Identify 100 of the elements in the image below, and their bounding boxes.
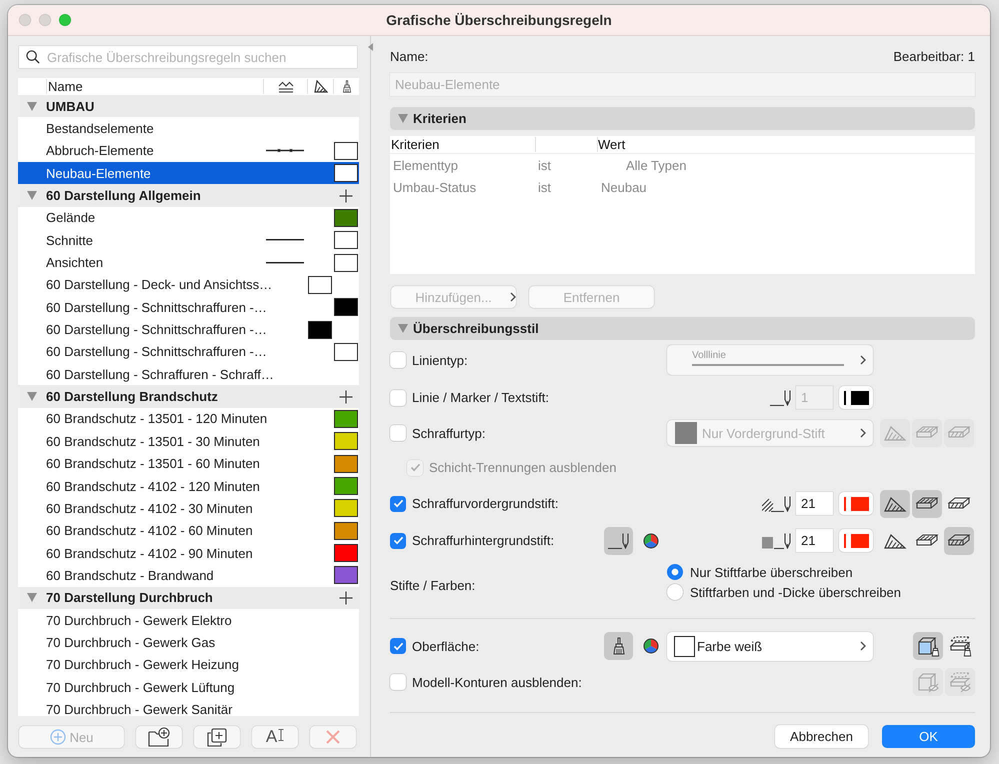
list-row[interactable]: 60 Darstellung - Schnittschraffuren -… [18, 296, 359, 318]
group-row[interactable]: 60 Darstellung Allgemein [18, 184, 359, 207]
folder-plus-icon [148, 727, 170, 747]
pen-color-button[interactable] [839, 529, 873, 552]
plus-icon[interactable] [339, 590, 353, 605]
list-row[interactable]: 60 Brandschutz - 13501 - 30 Minuten [18, 430, 359, 452]
column-header[interactable]: Kriterien [391, 137, 440, 152]
checkbox[interactable] [390, 352, 406, 368]
plus-icon[interactable] [339, 188, 353, 203]
surface-dropdown[interactable]: Farbe weiß [667, 632, 873, 660]
list-row[interactable]: 60 Darstellung - Deck- und Ansichtss… [18, 274, 359, 296]
search-icon [26, 50, 40, 64]
duplicate-button[interactable] [194, 726, 240, 748]
list-row[interactable]: 60 Darstellung - Schnittschraffuren -… [18, 340, 359, 364]
list-row[interactable]: 60 Brandschutz - 4102 - 120 Minuten [18, 474, 359, 498]
hatch-triangle-icon[interactable] [314, 80, 328, 93]
group-row[interactable]: 60 Darstellung Brandschutz [18, 385, 359, 408]
radio-label: Stiftfarben und -Dicke überschreiben [690, 584, 902, 600]
hatch-triangle-icon [883, 532, 907, 550]
plus-icon[interactable] [339, 390, 353, 404]
rename-button[interactable]: A [252, 726, 298, 748]
list-row[interactable]: Ansichten [18, 251, 359, 274]
group-row[interactable]: 70 Darstellung Durchbruch [18, 586, 359, 609]
list-row[interactable]: Neubau-Elemente [18, 162, 359, 184]
table-cell: ist [538, 158, 551, 172]
list-row[interactable]: 70 Durchbruch - Gewerk Gas [18, 631, 359, 654]
new-folder-button[interactable] [136, 726, 182, 748]
text-cursor-icon [278, 729, 284, 741]
chevron-icon [510, 292, 516, 302]
pen-icon [770, 389, 791, 406]
pen-tool-button[interactable] [604, 526, 633, 554]
list-row[interactable]: Schnitte [18, 229, 359, 252]
list-row[interactable]: 60 Brandschutz - 4102 - 90 Minuten [18, 542, 359, 564]
fill-mode-button[interactable] [944, 526, 974, 554]
section-header[interactable]: Überschreibungsstil [390, 317, 975, 340]
color-wheel-icon[interactable] [643, 638, 659, 654]
checkbox-label: Modell-Konturen ausblenden: [412, 674, 582, 690]
checkbox-label: Oberfläche: [412, 638, 480, 654]
column-header[interactable]: Wert [598, 137, 626, 152]
disclosure-triangle-icon[interactable] [398, 324, 408, 333]
brush-icon [342, 80, 352, 93]
disclosure-triangle-icon[interactable] [27, 191, 37, 200]
fill-mode-button[interactable] [880, 490, 910, 518]
pen-color-button[interactable] [839, 386, 873, 409]
checkbox-label: Schraffurvordergrundstift: [412, 496, 558, 511]
list-row[interactable]: 60 Darstellung - Schnittschraffuren -… [18, 318, 359, 341]
cancel-button[interactable]: Abbrechen [775, 725, 868, 748]
list-row[interactable]: 60 Brandschutz - 13501 - 120 Minuten [18, 408, 359, 430]
zoom-button[interactable] [59, 14, 71, 26]
wave-lines-icon[interactable] [278, 80, 294, 92]
checkbox[interactable] [390, 425, 406, 441]
checkbox[interactable] [390, 496, 406, 512]
list-row[interactable]: 60 Brandschutz - 13501 - 60 Minuten [18, 452, 359, 475]
list-row[interactable]: 70 Durchbruch - Gewerk Heizung [18, 654, 359, 676]
checkmark-icon [392, 536, 404, 545]
checkbox-label: Schraffurhintergrundstift: [412, 533, 554, 548]
disclosure-triangle-icon[interactable] [27, 392, 37, 402]
checkbox[interactable] [390, 674, 406, 690]
list-row[interactable]: Abbruch-Elemente [18, 140, 359, 162]
color-wheel-icon[interactable] [643, 532, 659, 548]
disclosure-triangle-icon[interactable] [27, 593, 37, 602]
brush-icon [612, 637, 626, 655]
list-row[interactable]: Bestandselemente [18, 117, 359, 140]
checkmark-icon [410, 463, 420, 472]
checkbox[interactable] [390, 638, 406, 654]
column-header[interactable]: Name [48, 79, 83, 94]
hatch-triangle-icon [883, 424, 907, 442]
pen-number-field[interactable]: 21 [796, 492, 833, 515]
pen-icon [608, 532, 629, 549]
list-row[interactable]: 70 Durchbruch - Gewerk Lüftung [18, 676, 359, 698]
ok-button[interactable]: OK [882, 725, 975, 748]
checkbox-label: Schraffurtyp: [412, 426, 486, 440]
disclosure-triangle-icon[interactable] [398, 114, 408, 123]
fill-pen-icon [762, 532, 791, 549]
disclosure-triangle-icon[interactable] [27, 102, 37, 111]
checkbox[interactable] [390, 390, 406, 406]
layers-brush-icon [948, 635, 972, 657]
checkbox[interactable] [390, 532, 406, 548]
list-row[interactable]: 70 Durchbruch - Gewerk Sanitär [18, 698, 359, 716]
view-mode-button[interactable] [913, 632, 943, 660]
pen-number-field[interactable]: 21 [796, 529, 833, 552]
left-triangle-icon[interactable] [368, 43, 373, 51]
section-header[interactable]: Kriterien [390, 107, 975, 130]
radio-button[interactable] [667, 584, 683, 600]
pen-color-button[interactable] [839, 492, 873, 515]
duplicate-icon [207, 727, 227, 747]
list-row[interactable]: 60 Brandschutz - 4102 - 30 Minuten [18, 497, 359, 520]
group-row[interactable]: UMBAU [18, 95, 359, 118]
brush-tool-button[interactable] [604, 632, 633, 660]
list-row[interactable]: 60 Darstellung - Schraffuren - Schraff… [18, 363, 359, 386]
list-row[interactable]: 70 Durchbruch - Gewerk Elektro [18, 608, 359, 632]
radio-button[interactable] [667, 564, 683, 580]
table-cell: Elementtyp [393, 158, 458, 172]
fill-mode-button[interactable] [912, 490, 942, 518]
hatch-pen-icon [762, 495, 791, 512]
list-row[interactable]: 60 Brandschutz - Brandwand [18, 564, 359, 587]
group-label: Stifte / Farben: [390, 578, 476, 592]
list-row[interactable]: Gelände [18, 206, 359, 230]
list-row[interactable]: 60 Brandschutz - 4102 - 60 Minuten [18, 520, 359, 542]
search-field[interactable]: Grafische Überschreibungsregeln suchen [19, 46, 357, 68]
